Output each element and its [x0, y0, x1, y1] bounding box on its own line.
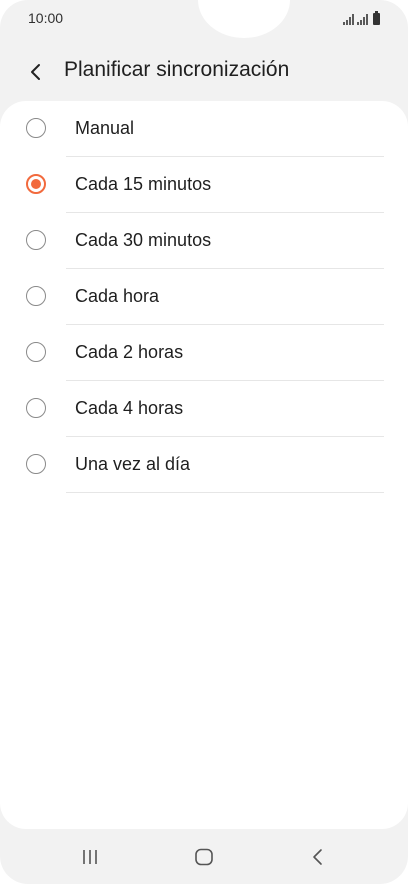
back-button[interactable]	[20, 56, 52, 88]
phone-screen: 10:00 Planificar sincronización Manual C…	[0, 0, 408, 884]
recent-apps-icon	[83, 850, 97, 864]
radio-button[interactable]	[26, 454, 46, 474]
signal-icon	[357, 14, 368, 25]
option-label: Cada 15 minutos	[75, 174, 212, 194]
option-label: Cada 30 minutos	[75, 230, 212, 250]
navigation-bar	[0, 829, 408, 884]
radio-button[interactable]	[26, 286, 46, 306]
radio-button[interactable]	[26, 118, 46, 138]
recent-apps-button[interactable]	[70, 843, 110, 871]
home-button[interactable]	[184, 843, 224, 871]
option-every-15-minutes[interactable]: Cada 15 minutos	[0, 157, 408, 213]
status-icons	[343, 11, 380, 25]
option-every-4-hours[interactable]: Cada 4 horas	[0, 381, 408, 437]
battery-icon	[373, 11, 380, 25]
option-manual[interactable]: Manual	[0, 101, 408, 157]
options-list: Manual Cada 15 minutos Cada 30 minutos C…	[0, 101, 408, 829]
divider	[66, 492, 384, 493]
radio-button[interactable]	[26, 398, 46, 418]
app-header: Planificar sincronización	[0, 48, 408, 94]
radio-button-selected[interactable]	[26, 174, 46, 194]
status-time: 10:00	[28, 10, 64, 26]
status-bar: 10:00	[0, 0, 408, 38]
option-label: Cada 2 horas	[75, 342, 184, 362]
radio-button[interactable]	[26, 230, 46, 250]
back-icon	[313, 849, 322, 865]
chevron-left-icon	[31, 64, 40, 80]
option-every-hour[interactable]: Cada hora	[0, 269, 408, 325]
home-icon	[195, 848, 213, 866]
option-label: Cada hora	[75, 286, 160, 306]
option-every-2-hours[interactable]: Cada 2 horas	[0, 325, 408, 381]
back-nav-button[interactable]	[298, 843, 338, 871]
radio-button[interactable]	[26, 342, 46, 362]
option-label: Una vez al día	[75, 454, 191, 474]
page-title: Planificar sincronización	[64, 58, 290, 81]
option-once-a-day[interactable]: Una vez al día	[0, 437, 408, 493]
option-label: Manual	[75, 118, 135, 138]
option-every-30-minutes[interactable]: Cada 30 minutos	[0, 213, 408, 269]
option-label: Cada 4 horas	[75, 398, 184, 418]
signal-icon	[343, 14, 354, 25]
